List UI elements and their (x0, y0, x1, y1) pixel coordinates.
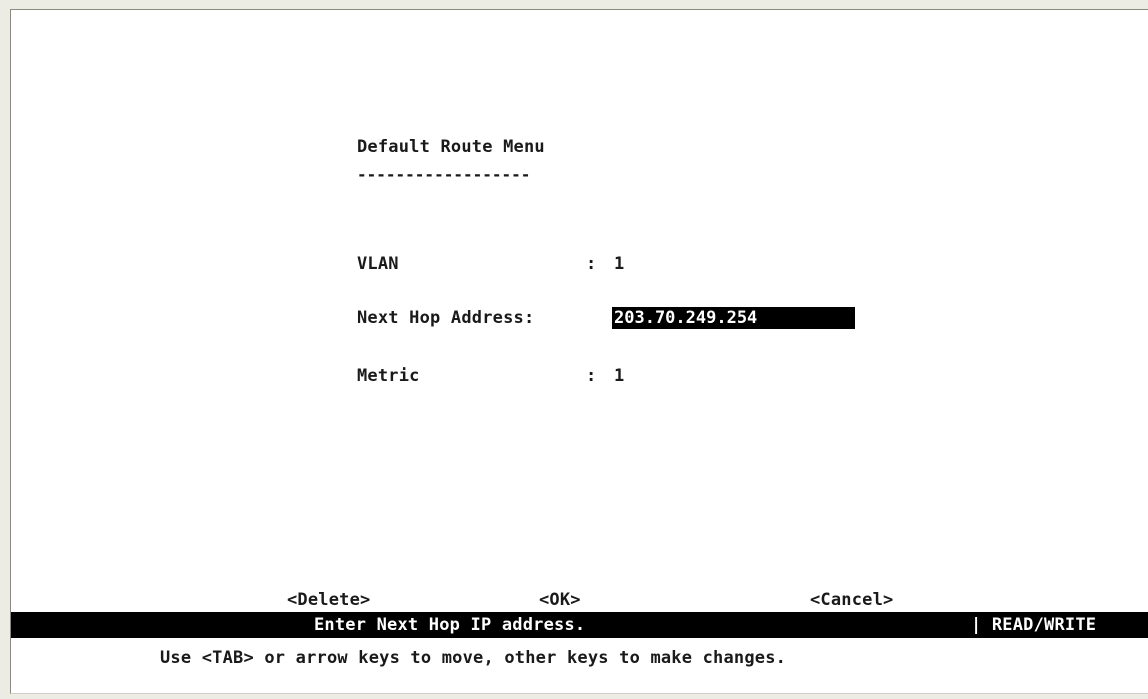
next-hop-address-field[interactable]: 203.70.249.254 (612, 307, 855, 329)
access-mode-indicator: | READ/WRITE (971, 615, 1097, 635)
metric-label: Metric (357, 366, 420, 386)
status-message: Enter Next Hop IP address. (314, 615, 586, 635)
window-frame: Default Route Menu ------------------ VL… (0, 0, 1148, 699)
ok-button[interactable]: <OK> (539, 590, 581, 610)
metric-separator: : (586, 366, 597, 386)
cancel-button[interactable]: <Cancel> (810, 590, 893, 610)
vlan-label: VLAN (357, 254, 399, 274)
menu-title: Default Route Menu (357, 137, 545, 157)
metric-value[interactable]: 1 (614, 366, 624, 386)
next-hop-label: Next Hop Address: (357, 308, 535, 328)
menu-title-underline: ------------------ (357, 165, 531, 184)
vlan-separator: : (586, 254, 597, 274)
help-text: Use <TAB> or arrow keys to move, other k… (160, 648, 787, 668)
status-bar: Enter Next Hop IP address. | READ/WRITE (11, 612, 1148, 638)
terminal-screen: Default Route Menu ------------------ VL… (10, 9, 1148, 694)
delete-button[interactable]: <Delete> (287, 590, 370, 610)
vlan-value[interactable]: 1 (614, 254, 624, 274)
